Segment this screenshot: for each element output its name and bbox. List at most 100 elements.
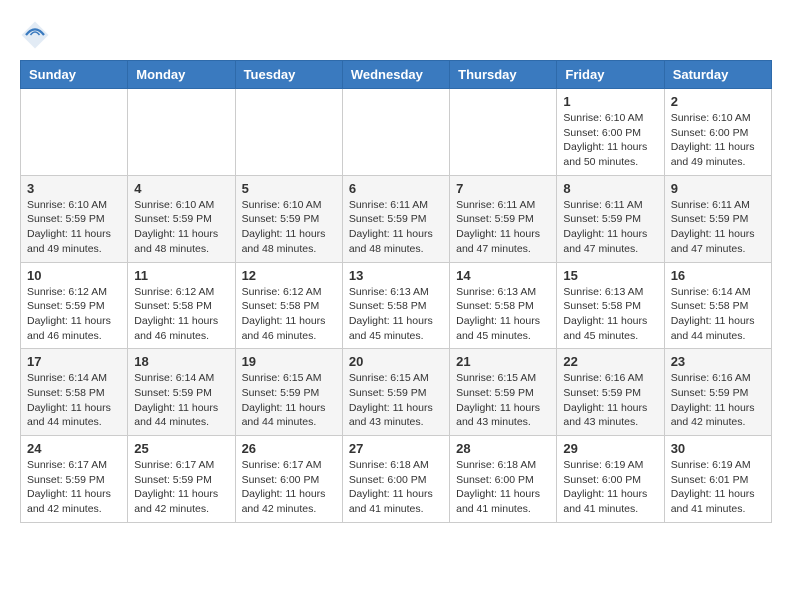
day-number: 1 [563,94,657,109]
day-info: Sunrise: 6:17 AM Sunset: 6:00 PM Dayligh… [242,458,336,517]
day-info: Sunrise: 6:11 AM Sunset: 5:59 PM Dayligh… [456,198,550,257]
calendar-cell: 17 Sunrise: 6:14 AM Sunset: 5:58 PM Dayli… [21,349,128,436]
day-number: 13 [349,268,443,283]
logo [20,20,54,50]
calendar-cell: 27 Sunrise: 6:18 AM Sunset: 6:00 PM Dayli… [342,436,449,523]
day-number: 3 [27,181,121,196]
day-number: 26 [242,441,336,456]
day-number: 16 [671,268,765,283]
calendar-cell [342,89,449,176]
day-info: Sunrise: 6:14 AM Sunset: 5:58 PM Dayligh… [27,371,121,430]
week-row-3: 10Sunrise: 6:12 AM Sunset: 5:59 PM Dayli… [21,262,772,349]
day-number: 11 [134,268,228,283]
calendar-cell: 10Sunrise: 6:12 AM Sunset: 5:59 PM Dayli… [21,262,128,349]
week-row-4: 17 Sunrise: 6:14 AM Sunset: 5:58 PM Dayli… [21,349,772,436]
day-info: Sunrise: 6:17 AM Sunset: 5:59 PM Dayligh… [134,458,228,517]
day-info: Sunrise: 6:10 AM Sunset: 6:00 PM Dayligh… [671,111,765,170]
day-info: Sunrise: 6:16 AM Sunset: 5:59 PM Dayligh… [671,371,765,430]
weekday-header-row: SundayMondayTuesdayWednesdayThursdayFrid… [21,61,772,89]
day-info: Sunrise: 6:10 AM Sunset: 5:59 PM Dayligh… [242,198,336,257]
calendar-cell: 16 Sunrise: 6:14 AM Sunset: 5:58 PM Dayli… [664,262,771,349]
day-number: 8 [563,181,657,196]
day-number: 29 [563,441,657,456]
day-info: Sunrise: 6:18 AM Sunset: 6:00 PM Dayligh… [456,458,550,517]
calendar-cell: 18Sunrise: 6:14 AM Sunset: 5:59 PM Dayli… [128,349,235,436]
calendar-cell: 28 Sunrise: 6:18 AM Sunset: 6:00 PM Dayli… [450,436,557,523]
day-number: 12 [242,268,336,283]
day-info: Sunrise: 6:15 AM Sunset: 5:59 PM Dayligh… [242,371,336,430]
calendar-cell: 29 Sunrise: 6:19 AM Sunset: 6:00 PM Dayli… [557,436,664,523]
day-info: Sunrise: 6:10 AM Sunset: 5:59 PM Dayligh… [27,198,121,257]
day-info: Sunrise: 6:19 AM Sunset: 6:01 PM Dayligh… [671,458,765,517]
day-info: Sunrise: 6:12 AM Sunset: 5:58 PM Dayligh… [134,285,228,344]
day-number: 6 [349,181,443,196]
calendar-cell: 9Sunrise: 6:11 AM Sunset: 5:59 PM Daylig… [664,175,771,262]
header [20,20,772,50]
weekday-header-wednesday: Wednesday [342,61,449,89]
day-number: 15 [563,268,657,283]
day-number: 23 [671,354,765,369]
calendar-cell [450,89,557,176]
day-info: Sunrise: 6:13 AM Sunset: 5:58 PM Dayligh… [456,285,550,344]
calendar-cell: 23 Sunrise: 6:16 AM Sunset: 5:59 PM Dayli… [664,349,771,436]
logo-icon [20,20,50,50]
day-info: Sunrise: 6:19 AM Sunset: 6:00 PM Dayligh… [563,458,657,517]
week-row-2: 3 Sunrise: 6:10 AM Sunset: 5:59 PM Daylig… [21,175,772,262]
weekday-header-thursday: Thursday [450,61,557,89]
day-number: 25 [134,441,228,456]
calendar-cell: 20 Sunrise: 6:15 AM Sunset: 5:59 PM Dayli… [342,349,449,436]
day-info: Sunrise: 6:18 AM Sunset: 6:00 PM Dayligh… [349,458,443,517]
day-number: 4 [134,181,228,196]
day-number: 14 [456,268,550,283]
calendar-cell: 5 Sunrise: 6:10 AM Sunset: 5:59 PM Daylig… [235,175,342,262]
calendar-cell: 25 Sunrise: 6:17 AM Sunset: 5:59 PM Dayli… [128,436,235,523]
calendar-cell: 2Sunrise: 6:10 AM Sunset: 6:00 PM Daylig… [664,89,771,176]
calendar-cell [21,89,128,176]
day-number: 22 [563,354,657,369]
day-number: 24 [27,441,121,456]
calendar-cell: 4 Sunrise: 6:10 AM Sunset: 5:59 PM Daylig… [128,175,235,262]
day-info: Sunrise: 6:15 AM Sunset: 5:59 PM Dayligh… [349,371,443,430]
day-info: Sunrise: 6:13 AM Sunset: 5:58 PM Dayligh… [349,285,443,344]
day-info: Sunrise: 6:12 AM Sunset: 5:58 PM Dayligh… [242,285,336,344]
weekday-header-tuesday: Tuesday [235,61,342,89]
calendar-cell: 13 Sunrise: 6:13 AM Sunset: 5:58 PM Dayli… [342,262,449,349]
day-number: 28 [456,441,550,456]
calendar-cell [128,89,235,176]
weekday-header-friday: Friday [557,61,664,89]
day-number: 9 [671,181,765,196]
week-row-5: 24 Sunrise: 6:17 AM Sunset: 5:59 PM Dayli… [21,436,772,523]
day-info: Sunrise: 6:14 AM Sunset: 5:58 PM Dayligh… [671,285,765,344]
calendar-cell: 3 Sunrise: 6:10 AM Sunset: 5:59 PM Daylig… [21,175,128,262]
calendar-cell: 12 Sunrise: 6:12 AM Sunset: 5:58 PM Dayli… [235,262,342,349]
weekday-header-sunday: Sunday [21,61,128,89]
calendar-cell: 19 Sunrise: 6:15 AM Sunset: 5:59 PM Dayli… [235,349,342,436]
day-info: Sunrise: 6:10 AM Sunset: 6:00 PM Dayligh… [563,111,657,170]
day-number: 18 [134,354,228,369]
calendar-cell: 14 Sunrise: 6:13 AM Sunset: 5:58 PM Dayli… [450,262,557,349]
day-number: 7 [456,181,550,196]
calendar-cell: 24 Sunrise: 6:17 AM Sunset: 5:59 PM Dayli… [21,436,128,523]
weekday-header-monday: Monday [128,61,235,89]
weekday-header-saturday: Saturday [664,61,771,89]
day-number: 19 [242,354,336,369]
calendar-cell: 6Sunrise: 6:11 AM Sunset: 5:59 PM Daylig… [342,175,449,262]
day-number: 5 [242,181,336,196]
day-number: 20 [349,354,443,369]
day-info: Sunrise: 6:13 AM Sunset: 5:58 PM Dayligh… [563,285,657,344]
day-info: Sunrise: 6:17 AM Sunset: 5:59 PM Dayligh… [27,458,121,517]
calendar-cell: 30Sunrise: 6:19 AM Sunset: 6:01 PM Dayli… [664,436,771,523]
day-number: 21 [456,354,550,369]
day-number: 17 [27,354,121,369]
day-number: 27 [349,441,443,456]
day-info: Sunrise: 6:11 AM Sunset: 5:59 PM Dayligh… [563,198,657,257]
calendar-cell: 15 Sunrise: 6:13 AM Sunset: 5:58 PM Dayli… [557,262,664,349]
day-info: Sunrise: 6:15 AM Sunset: 5:59 PM Dayligh… [456,371,550,430]
calendar-cell: 8 Sunrise: 6:11 AM Sunset: 5:59 PM Daylig… [557,175,664,262]
calendar-cell: 11 Sunrise: 6:12 AM Sunset: 5:58 PM Dayli… [128,262,235,349]
calendar-cell: 7 Sunrise: 6:11 AM Sunset: 5:59 PM Daylig… [450,175,557,262]
calendar-cell: 26 Sunrise: 6:17 AM Sunset: 6:00 PM Dayli… [235,436,342,523]
day-number: 10 [27,268,121,283]
day-info: Sunrise: 6:10 AM Sunset: 5:59 PM Dayligh… [134,198,228,257]
week-row-1: 1 Sunrise: 6:10 AM Sunset: 6:00 PM Daylig… [21,89,772,176]
